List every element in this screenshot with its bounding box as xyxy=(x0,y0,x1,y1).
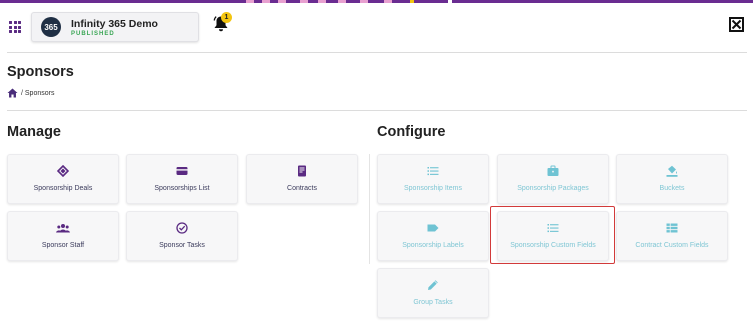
tile-buckets[interactable]: Buckets xyxy=(616,154,728,204)
tile-label: Contracts xyxy=(287,185,317,192)
card-icon xyxy=(176,167,188,175)
org-logo: 365 xyxy=(41,17,61,37)
tile-sponsor-staff[interactable]: Sponsor Staff xyxy=(7,211,119,261)
check-circle-icon xyxy=(176,222,188,234)
tile-label: Sponsorships List xyxy=(154,185,210,192)
publish-status: PUBLISHED xyxy=(71,31,115,37)
tile-label: Sponsorship Labels xyxy=(402,242,464,249)
people-icon xyxy=(56,224,70,233)
tile-sponsorship-items[interactable]: Sponsorship Items xyxy=(377,154,489,204)
tile-contracts[interactable]: Contracts xyxy=(246,154,358,204)
tile-label: Contract Custom Fields xyxy=(635,242,709,249)
home-icon[interactable] xyxy=(7,88,18,98)
breadcrumb-current: / Sponsors xyxy=(21,89,55,97)
close-button[interactable] xyxy=(729,17,744,32)
tile-label: Sponsor Tasks xyxy=(159,242,205,249)
grid-icon[interactable] xyxy=(9,21,21,33)
tile-label: Sponsorship Items xyxy=(404,185,462,192)
tile-label: Sponsor Staff xyxy=(41,242,85,249)
handshake-icon xyxy=(57,165,69,177)
pencil-icon xyxy=(428,280,438,290)
tile-sponsorship-deals[interactable]: Sponsorship Deals xyxy=(7,154,119,204)
tile-sponsorship-packages[interactable]: Sponsorship Packages xyxy=(497,154,609,204)
contract-icon xyxy=(298,165,306,177)
tile-label: Sponsorship Packages xyxy=(517,185,589,192)
tile-sponsorship-custom-fields[interactable]: Sponsorship Custom Fields xyxy=(497,211,609,261)
tag-icon xyxy=(427,224,439,232)
org-name: Infinity 365 Demo xyxy=(71,18,158,30)
page-title: Sponsors xyxy=(7,64,74,80)
title-divider xyxy=(7,110,747,111)
configure-section-title: Configure xyxy=(377,124,446,140)
manage-section-title: Manage xyxy=(7,124,61,140)
tile-sponsorship-labels[interactable]: Sponsorship Labels xyxy=(377,211,489,261)
paint-bucket-icon xyxy=(666,165,678,177)
organization-switcher[interactable]: 365 Infinity 365 Demo PUBLISHED xyxy=(31,12,199,42)
tile-label: Group Tasks xyxy=(413,299,453,306)
tile-label: Buckets xyxy=(659,185,685,192)
close-icon xyxy=(731,19,742,30)
header-divider xyxy=(7,52,747,53)
tile-label: Sponsorship Deals xyxy=(33,185,93,192)
tile-label: Sponsorship Custom Fields xyxy=(510,242,596,249)
table-icon xyxy=(666,223,678,233)
breadcrumb: / Sponsors xyxy=(7,87,54,99)
notification-count-badge: 1 xyxy=(221,12,232,23)
notifications-button[interactable]: 1 xyxy=(213,12,232,35)
tile-sponsor-tasks[interactable]: Sponsor Tasks xyxy=(126,211,238,261)
briefcase-icon xyxy=(547,165,559,176)
tile-group-tasks[interactable]: Group Tasks xyxy=(377,268,489,318)
section-separator xyxy=(369,154,370,264)
tile-sponsorships-list[interactable]: Sponsorships List xyxy=(126,154,238,204)
top-accent-stripe xyxy=(0,0,753,3)
tile-contract-custom-fields[interactable]: Contract Custom Fields xyxy=(616,211,728,261)
list-icon xyxy=(547,224,559,233)
list-icon xyxy=(427,167,439,176)
